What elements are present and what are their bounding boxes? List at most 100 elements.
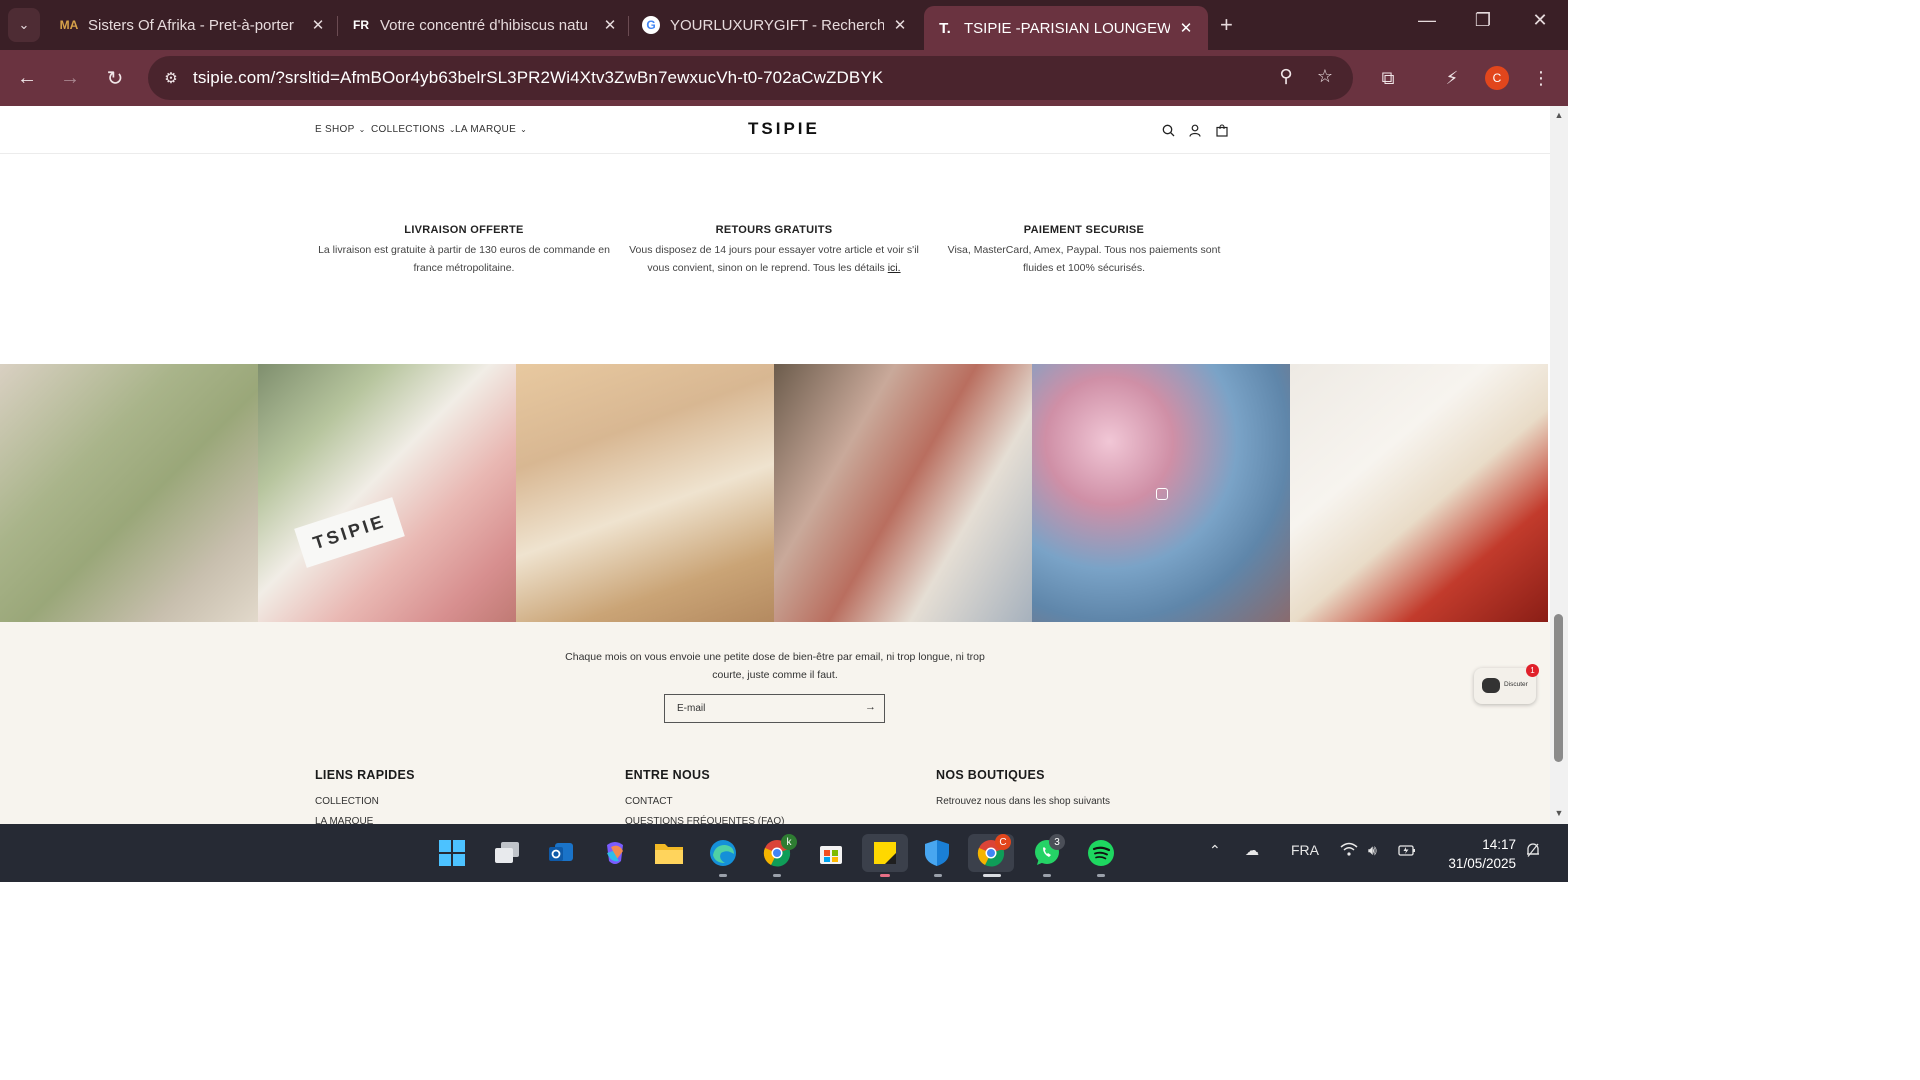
task-view-icon[interactable] xyxy=(488,834,526,872)
reload-icon[interactable]: ↻ xyxy=(101,64,129,92)
edge-icon[interactable] xyxy=(704,834,742,872)
gallery-image-window[interactable] xyxy=(774,364,1032,622)
tab-sisters-of-afrika[interactable]: MA Sisters Of Afrika - Pret-à-porter ✕ xyxy=(60,8,328,42)
browser-toolbar: ← → ↻ ⚙ tsipie.com/?srsltid=AfmBOor4yb63… xyxy=(0,50,1568,106)
submit-arrow-icon[interactable]: → xyxy=(865,701,876,713)
cart-bag-icon[interactable] xyxy=(1214,122,1230,138)
gallery-image-pouch[interactable] xyxy=(1290,364,1548,622)
zoom-icon[interactable]: ⚲ xyxy=(1274,66,1298,87)
performance-icon[interactable]: ⚡ xyxy=(1438,64,1466,92)
fr-favicon-icon: FR xyxy=(353,18,369,32)
details-link[interactable]: ici. xyxy=(888,262,901,274)
tab-title: Sisters Of Afrika - Pret-à-porter xyxy=(88,16,294,34)
tab-separator xyxy=(628,16,629,36)
onedrive-cloud-icon[interactable]: ☁ xyxy=(1245,842,1259,859)
chrome-k-profile-badge: k xyxy=(781,834,797,850)
footer-link-la-marque[interactable]: LA MARQUE xyxy=(315,816,415,824)
windows-taskbar: k C 3 ⌃ ☁ FRA 🔊︎ 14:17 31/05/2025 xyxy=(0,824,1568,882)
email-form: → xyxy=(664,694,885,723)
footer-link-faq[interactable]: QUESTIONS FRÉQUENTES (FAQ) xyxy=(625,816,784,824)
footer-link-collection[interactable]: COLLECTION xyxy=(315,796,415,807)
show-hidden-icons-chevron-icon[interactable]: ⌃ xyxy=(1209,842,1221,859)
scrollbar-thumb[interactable] xyxy=(1554,614,1563,762)
web-page: E SHOP ⌄ COLLECTIONS ⌄ LA MARQUE ⌄ TSIPIE L… xyxy=(0,106,1550,824)
instagram-icon xyxy=(1156,488,1168,500)
site-logo[interactable]: TSIPIE xyxy=(748,119,820,139)
email-input[interactable] xyxy=(665,695,855,722)
clock-date: 31/05/2025 xyxy=(1448,856,1516,871)
minimize-icon[interactable]: — xyxy=(1412,10,1442,31)
footer-heading: LIENS RAPIDES xyxy=(315,768,415,782)
volume-speaker-icon[interactable]: 🔊︎ xyxy=(1368,842,1377,859)
menu-collections[interactable]: COLLECTIONS ⌄ xyxy=(371,124,456,135)
app-active-indicator xyxy=(880,874,890,877)
close-tab-icon[interactable]: ✕ xyxy=(890,16,910,34)
chat-bubble-icon xyxy=(1482,678,1500,693)
gallery-image-scrunchie[interactable] xyxy=(516,364,774,622)
language-indicator[interactable]: FRA xyxy=(1291,842,1319,858)
system-clock[interactable]: 14:17 31/05/2025 xyxy=(1432,835,1516,873)
windows-start-icon[interactable] xyxy=(433,834,471,872)
tab-title: TSIPIE -PARISIAN LOUNGEWEAR xyxy=(964,19,1170,37)
copilot-icon[interactable] xyxy=(596,834,634,872)
close-tab-icon[interactable]: ✕ xyxy=(308,16,328,34)
address-bar[interactable]: ⚙ tsipie.com/?srsltid=AfmBOor4yb63belrSL… xyxy=(148,56,1353,100)
footer-link-contact[interactable]: CONTACT xyxy=(625,796,784,807)
microsoft-store-icon[interactable] xyxy=(812,834,850,872)
new-tab-plus-icon[interactable]: + xyxy=(1220,12,1233,38)
notifications-bell-icon[interactable] xyxy=(1525,842,1541,861)
wifi-icon[interactable] xyxy=(1340,842,1358,859)
feature-text: Vous disposez de 14 jours pour essayer v… xyxy=(629,244,919,274)
tab-title: Votre concentré d'hibiscus natu xyxy=(380,16,588,34)
url-text[interactable]: tsipie.com/?srsltid=AfmBOor4yb63belrSL3P… xyxy=(193,68,883,88)
chrome-c-profile-badge: C xyxy=(995,834,1011,850)
tab-tsipie-active[interactable]: T. TSIPIE -PARISIAN LOUNGEWEAR ✕ xyxy=(924,6,1208,50)
app-running-indicator xyxy=(1043,874,1051,877)
profile-avatar[interactable]: C xyxy=(1485,66,1509,90)
spotify-icon[interactable] xyxy=(1082,834,1120,872)
tab-title: YOURLUXURYGIFT - Recherche xyxy=(670,16,884,34)
battery-charging-icon[interactable] xyxy=(1398,842,1418,861)
google-favicon-icon: G xyxy=(642,16,660,34)
newsletter-text: Chaque mois on vous envoie une petite do… xyxy=(565,651,985,681)
browser-tab-bar: ⌄ MA Sisters Of Afrika - Pret-à-porter ✕… xyxy=(0,0,1568,50)
menu-la-marque[interactable]: LA MARQUE ⌄ xyxy=(455,124,527,135)
footer-heading: NOS BOUTIQUES xyxy=(936,768,1045,782)
close-window-icon[interactable]: ✕ xyxy=(1525,10,1555,31)
feature-title: RETOURS GRATUITS xyxy=(715,224,833,236)
whatsapp-unread-badge: 3 xyxy=(1049,834,1065,850)
more-menu-icon[interactable]: ⋮ xyxy=(1527,64,1555,92)
tab-search-chevron-icon[interactable]: ⌄ xyxy=(8,8,40,42)
tab-hibiscus[interactable]: FR Votre concentré d'hibiscus natu ✕ xyxy=(352,8,620,42)
forward-arrow-icon[interactable]: → xyxy=(56,64,84,92)
tab-yourluxurygift[interactable]: G YOURLUXURYGIFT - Recherche ✕ xyxy=(642,8,910,42)
feature-livraison: LIVRAISON OFFERTE La livraison est gratu… xyxy=(314,224,614,277)
chat-notification-badge: 1 xyxy=(1526,664,1539,677)
extensions-puzzle-icon[interactable]: ⧉ xyxy=(1374,64,1402,92)
gallery-image-magnolia[interactable] xyxy=(1032,364,1290,622)
account-user-icon[interactable] xyxy=(1187,122,1203,138)
page-scrollbar[interactable]: ▲ ▼ xyxy=(1550,106,1568,824)
close-tab-icon[interactable]: ✕ xyxy=(600,16,620,34)
bookmark-star-icon[interactable]: ☆ xyxy=(1313,66,1337,87)
gallery-image-green-set[interactable] xyxy=(0,364,258,622)
sticky-notes-icon[interactable] xyxy=(862,834,908,872)
newsletter-section: Chaque mois on vous envoie une petite do… xyxy=(0,622,1550,824)
file-explorer-icon[interactable] xyxy=(650,834,688,872)
instagram-gallery: TSIPIE xyxy=(0,364,1550,622)
outlook-icon[interactable] xyxy=(542,834,580,872)
sisters-favicon-icon: MA xyxy=(59,18,79,32)
site-info-icon[interactable]: ⚙ xyxy=(160,67,182,89)
gallery-image-tsipie-label[interactable]: TSIPIE xyxy=(258,364,516,622)
feature-title: LIVRAISON OFFERTE xyxy=(404,224,524,236)
feature-title: PAIEMENT SECURISE xyxy=(1023,224,1145,236)
menu-eshop[interactable]: E SHOP ⌄ xyxy=(315,124,366,135)
restore-window-icon[interactable]: ❐ xyxy=(1468,10,1498,31)
defender-shield-icon[interactable] xyxy=(918,834,956,872)
close-tab-icon[interactable]: ✕ xyxy=(1176,19,1196,37)
scroll-down-arrow-icon[interactable]: ▼ xyxy=(1553,808,1565,818)
chat-label: Discuter xyxy=(1504,681,1528,688)
back-arrow-icon[interactable]: ← xyxy=(13,64,41,92)
search-icon[interactable] xyxy=(1160,122,1176,138)
scroll-up-arrow-icon[interactable]: ▲ xyxy=(1553,110,1565,120)
